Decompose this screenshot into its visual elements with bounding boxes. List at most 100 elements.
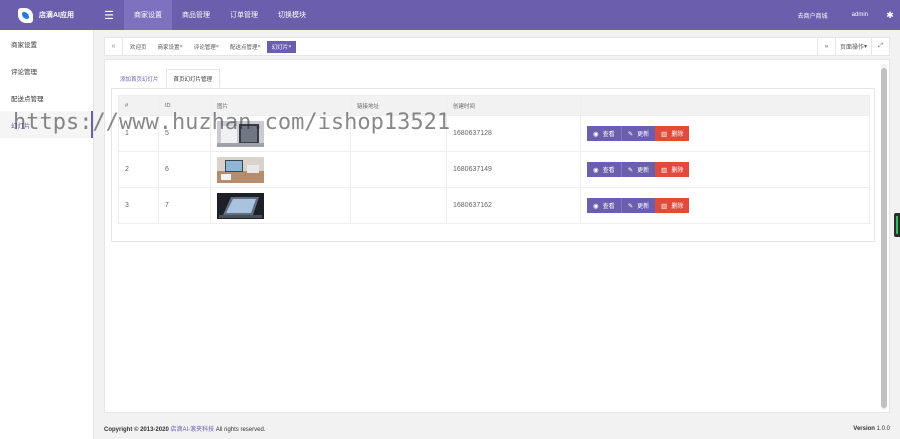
cell-id: 5	[158, 115, 211, 152]
delete-button-label: 删除	[671, 168, 684, 174]
edit-button[interactable]: ✎ 更新	[620, 162, 656, 177]
tab-label: 商家设置	[157, 44, 180, 51]
edit-button[interactable]: ✎ 更新	[620, 198, 656, 213]
page-ops-label: 页面操作	[839, 45, 864, 51]
top-nav-switch-module[interactable]: 切换模块	[268, 0, 316, 30]
page-tabs-bar: « 欢迎页 商家设置 × 评论管理 × 配送点管理 × 幻灯片 × » 页面操作 ▾ ⤢	[104, 37, 890, 56]
view-button[interactable]: ◉ 查看	[587, 126, 621, 141]
store-link[interactable]: 去商户商城	[786, 11, 840, 20]
floating-side-button[interactable]	[894, 213, 900, 237]
tab-slides[interactable]: 幻灯片 ×	[266, 40, 297, 53]
sidebar-item-reviews[interactable]: 评论管理	[0, 57, 93, 84]
close-icon[interactable]: ×	[216, 44, 219, 50]
edit-button[interactable]: ✎ 更新	[620, 126, 656, 141]
cell-link	[350, 187, 447, 224]
edit-button-label: 更新	[637, 132, 650, 138]
delete-button-label: 删除	[671, 132, 684, 138]
view-button[interactable]: ◉ 查看	[587, 198, 621, 213]
view-button[interactable]: ◉ 查看	[587, 162, 621, 177]
trash-icon: ▥	[661, 166, 668, 174]
gear-icon[interactable]: ✱	[880, 10, 900, 21]
footer: Copyright © 2013-2020 店滴AI-滚夹科技 All righ…	[104, 418, 890, 439]
cell-time: 1680637128	[446, 115, 581, 152]
tab-label: 配送点管理	[229, 44, 258, 51]
close-icon[interactable]: ×	[180, 44, 183, 50]
cell-image	[210, 115, 351, 152]
sidebar-item-shop-settings[interactable]: 商家设置	[0, 30, 93, 57]
cell-id: 7	[158, 187, 211, 224]
row-actions: ◉ 查看 ✎ 更新 ▥ 删除	[587, 162, 869, 177]
cell-image	[210, 187, 351, 224]
main-content: 添加首页幻灯片 首页幻灯片管理 # ID 图片 链接地址 创建时间 1 5 16…	[104, 59, 890, 413]
row-actions: ◉ 查看 ✎ 更新 ▥ 删除	[587, 126, 869, 141]
col-header-actions	[580, 95, 870, 116]
cell-time: 1680637149	[446, 151, 581, 188]
version-number: 1.0.0	[876, 425, 890, 432]
delete-button[interactable]: ▥ 删除	[655, 198, 690, 213]
close-icon[interactable]: ×	[258, 44, 261, 50]
sidebar-item-slides[interactable]: 幻灯片	[0, 111, 93, 138]
cell-id: 6	[158, 151, 211, 188]
version-label: Version	[853, 425, 875, 432]
top-nav: 商家设置 商品管理 订单管理 切换模块	[124, 0, 316, 30]
top-nav-orders[interactable]: 订单管理	[220, 0, 268, 30]
tabs-right-controls: » 页面操作 ▾ ⤢	[817, 38, 889, 55]
copyright-prefix: Copyright © 2013-2020	[104, 427, 169, 433]
slides-panel: # ID 图片 链接地址 创建时间 1 5 1680637128 ◉ 查看 ✎ …	[111, 88, 875, 242]
tab-label: 欢迎页	[130, 44, 147, 51]
tab-manage-slides[interactable]: 首页幻灯片管理	[165, 69, 221, 88]
cell-image	[210, 151, 351, 188]
copyright-suffix: All rights reserved.	[215, 427, 266, 433]
tab-shop-settings[interactable]: 商家设置 ×	[153, 41, 188, 53]
sub-tabs: 添加首页幻灯片 首页幻灯片管理	[113, 69, 221, 88]
close-icon[interactable]: ×	[288, 44, 291, 50]
delete-button[interactable]: ▥ 删除	[655, 126, 690, 141]
logo-icon	[18, 7, 33, 23]
content-scrollbar[interactable]	[881, 64, 887, 410]
scrollbar-thumb[interactable]	[881, 68, 887, 408]
view-button-label: 查看	[602, 204, 615, 210]
cell-actions: ◉ 查看 ✎ 更新 ▥ 删除	[580, 187, 870, 224]
user-name[interactable]: admin	[840, 12, 880, 18]
tab-delivery-points[interactable]: 配送点管理 ×	[225, 41, 266, 53]
cell-link	[350, 151, 447, 188]
edit-button-label: 更新	[637, 168, 650, 174]
cell-time: 1680637162	[446, 187, 581, 224]
table-row: 1 5 1680637128 ◉ 查看 ✎ 更新 ▥ 删除	[118, 115, 870, 152]
slide-thumbnail[interactable]	[217, 156, 264, 183]
cell-actions: ◉ 查看 ✎ 更新 ▥ 删除	[580, 115, 870, 152]
sidebar-item-delivery-points[interactable]: 配送点管理	[0, 84, 93, 111]
app-title: 店滴AI应用	[39, 12, 74, 19]
tab-reviews[interactable]: 评论管理 ×	[189, 41, 224, 53]
top-nav-products[interactable]: 商品管理	[172, 0, 220, 30]
tab-add-slide[interactable]: 添加首页幻灯片	[113, 69, 166, 88]
slide-thumbnail[interactable]	[217, 120, 264, 147]
fullscreen-icon[interactable]: ⤢	[871, 38, 889, 55]
page-ops-dropdown[interactable]: 页面操作 ▾	[835, 38, 871, 55]
edit-button-label: 更新	[637, 204, 650, 210]
delete-button-label: 删除	[671, 204, 684, 210]
tabs-next-icon[interactable]: »	[817, 38, 835, 55]
copyright: Copyright © 2013-2020 店滴AI-滚夹科技 All righ…	[104, 424, 265, 433]
cell-num: 2	[118, 151, 159, 188]
pencil-icon: ✎	[627, 202, 634, 210]
delete-button[interactable]: ▥ 删除	[655, 162, 690, 177]
eye-icon: ◉	[593, 130, 599, 138]
view-button-label: 查看	[602, 168, 615, 174]
copyright-brand-link[interactable]: 店滴AI-滚夹科技	[170, 427, 214, 433]
col-header-time: 创建时间	[446, 95, 581, 116]
slides-table: # ID 图片 链接地址 创建时间 1 5 1680637128 ◉ 查看 ✎ …	[118, 95, 870, 224]
tab-welcome[interactable]: 欢迎页	[125, 41, 152, 53]
logo[interactable]: 店滴AI应用	[0, 0, 94, 30]
menu-toggle-icon[interactable]: ☰	[94, 0, 124, 30]
col-header-image: 图片	[210, 95, 351, 116]
row-actions: ◉ 查看 ✎ 更新 ▥ 删除	[587, 198, 869, 213]
eye-icon: ◉	[593, 166, 599, 174]
top-nav-shop-settings[interactable]: 商家设置	[124, 0, 172, 30]
table-row: 2 6 1680637149 ◉ 查看 ✎ 更新 ▥ 删除	[118, 151, 870, 188]
tabs-prev-icon[interactable]: «	[105, 38, 123, 55]
table-row: 3 7 1680637162 ◉ 查看 ✎ 更新 ▥ 删除	[118, 187, 870, 224]
cell-link	[350, 115, 447, 152]
slide-thumbnail[interactable]	[217, 192, 264, 219]
col-header-num: #	[118, 95, 159, 116]
